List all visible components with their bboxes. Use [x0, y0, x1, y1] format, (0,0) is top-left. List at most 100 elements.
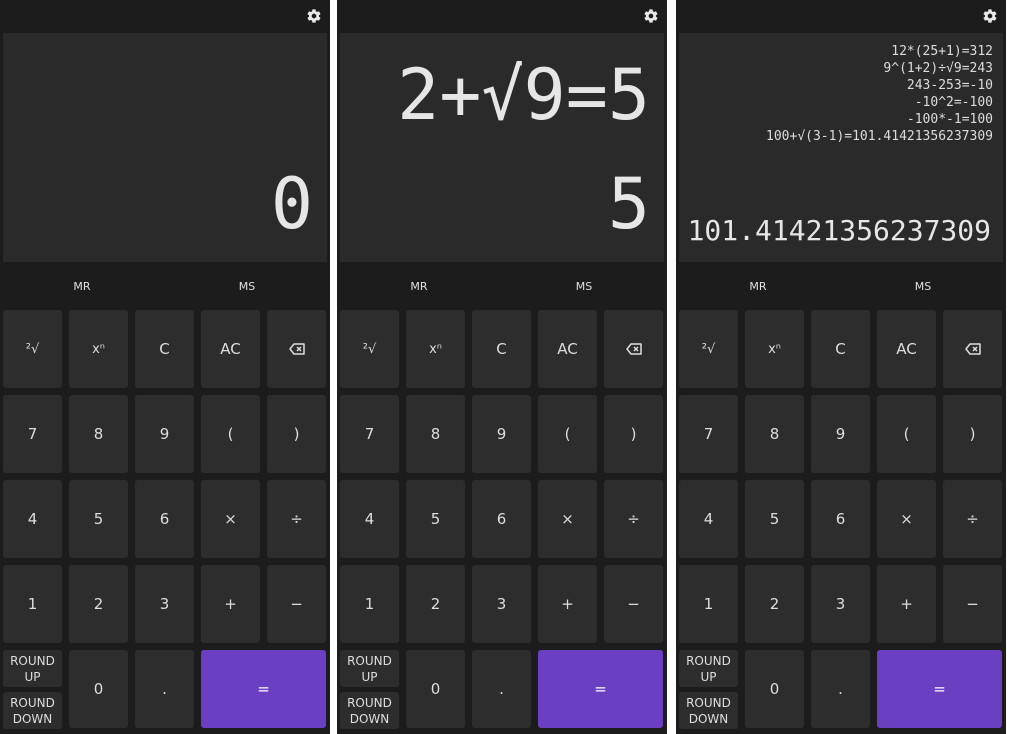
calculator-screen-3: 12*(25+1)=312 9^(1+2)÷√9=243 243-253=-10… [676, 0, 1006, 734]
digit-5-button[interactable]: 5 [69, 480, 128, 558]
result-display: 101.41421356237309 [687, 214, 991, 247]
all-clear-button[interactable]: AC [538, 310, 597, 388]
open-paren-button[interactable]: ( [877, 395, 936, 473]
round-up-button[interactable]: ROUND UP [3, 650, 62, 687]
root-button[interactable]: ²√ [3, 310, 62, 388]
digit-1-button[interactable]: 1 [3, 565, 62, 643]
power-button[interactable]: xⁿ [745, 310, 804, 388]
digit-2-button[interactable]: 2 [69, 565, 128, 643]
memory-store-button[interactable]: MS [544, 272, 624, 300]
display: 2+√9=5 5 [340, 33, 664, 262]
memory-recall-button[interactable]: MR [379, 272, 459, 300]
memory-row: MR MS [676, 272, 1006, 300]
backspace-button[interactable] [943, 310, 1002, 388]
minus-button[interactable]: − [943, 565, 1002, 643]
digit-4-button[interactable]: 4 [3, 480, 62, 558]
digit-9-button[interactable]: 9 [811, 395, 870, 473]
digit-2-button[interactable]: 2 [406, 565, 465, 643]
digit-9-button[interactable]: 9 [135, 395, 194, 473]
digit-4-button[interactable]: 4 [340, 480, 399, 558]
multiply-button[interactable]: × [201, 480, 260, 558]
digit-3-button[interactable]: 3 [135, 565, 194, 643]
divide-button[interactable]: ÷ [267, 480, 326, 558]
round-down-button[interactable]: ROUND DOWN [3, 692, 62, 729]
gear-icon[interactable] [643, 8, 659, 24]
digit-7-button[interactable]: 7 [3, 395, 62, 473]
divide-button[interactable]: ÷ [943, 480, 1002, 558]
digit-6-button[interactable]: 6 [811, 480, 870, 558]
digit-8-button[interactable]: 8 [745, 395, 804, 473]
memory-store-button[interactable]: MS [207, 272, 287, 300]
all-clear-button[interactable]: AC [877, 310, 936, 388]
all-clear-button[interactable]: AC [201, 310, 260, 388]
power-button[interactable]: xⁿ [69, 310, 128, 388]
digit-4-button[interactable]: 4 [679, 480, 738, 558]
minus-button[interactable]: − [267, 565, 326, 643]
digit-8-button[interactable]: 8 [406, 395, 465, 473]
minus-button[interactable]: − [604, 565, 663, 643]
equals-button[interactable]: = [877, 650, 1002, 728]
multiply-button[interactable]: × [877, 480, 936, 558]
divide-button[interactable]: ÷ [604, 480, 663, 558]
digit-6-button[interactable]: 6 [135, 480, 194, 558]
root-button[interactable]: ²√ [679, 310, 738, 388]
open-paren-button[interactable]: ( [201, 395, 260, 473]
round-up-button[interactable]: ROUND UP [340, 650, 399, 687]
gear-icon[interactable] [306, 8, 322, 24]
backspace-button[interactable] [604, 310, 663, 388]
memory-store-button[interactable]: MS [883, 272, 963, 300]
digit-1-button[interactable]: 1 [340, 565, 399, 643]
calculator-screen-1: 0 MR MS ²√ xⁿ C AC 7 8 9 ( ) 4 5 6 × ÷ 1… [0, 0, 330, 734]
close-paren-button[interactable]: ) [267, 395, 326, 473]
digit-5-button[interactable]: 5 [406, 480, 465, 558]
plus-button[interactable]: + [877, 565, 936, 643]
equals-button[interactable]: = [201, 650, 326, 728]
plus-button[interactable]: + [538, 565, 597, 643]
open-paren-button[interactable]: ( [538, 395, 597, 473]
result-display: 5 [607, 163, 650, 245]
digit-7-button[interactable]: 7 [340, 395, 399, 473]
history-entry[interactable]: 12*(25+1)=312 [689, 43, 993, 60]
digit-6-button[interactable]: 6 [472, 480, 531, 558]
backspace-button[interactable] [267, 310, 326, 388]
multiply-button[interactable]: × [538, 480, 597, 558]
history-entry[interactable]: -10^2=-100 [689, 94, 993, 111]
clear-button[interactable]: C [811, 310, 870, 388]
close-paren-button[interactable]: ) [943, 395, 1002, 473]
result-display: 0 [270, 163, 313, 245]
digit-3-button[interactable]: 3 [811, 565, 870, 643]
round-up-button[interactable]: ROUND UP [679, 650, 738, 687]
history-entry[interactable]: 243-253=-10 [689, 77, 993, 94]
backspace-icon [625, 343, 642, 355]
memory-recall-button[interactable]: MR [718, 272, 798, 300]
digit-7-button[interactable]: 7 [679, 395, 738, 473]
clear-button[interactable]: C [135, 310, 194, 388]
plus-button[interactable]: + [201, 565, 260, 643]
history-entry[interactable]: 9^(1+2)÷√9=243 [689, 60, 993, 77]
power-button[interactable]: xⁿ [406, 310, 465, 388]
history-entry[interactable]: -100*-1=100 [689, 111, 993, 128]
history-entry[interactable]: 100+√(3-1)=101.41421356237309 [689, 128, 993, 145]
equals-button[interactable]: = [538, 650, 663, 728]
root-button[interactable]: ²√ [340, 310, 399, 388]
digit-2-button[interactable]: 2 [745, 565, 804, 643]
digit-0-button[interactable]: 0 [69, 650, 128, 728]
digit-0-button[interactable]: 0 [745, 650, 804, 728]
digit-3-button[interactable]: 3 [472, 565, 531, 643]
decimal-button[interactable]: . [135, 650, 194, 728]
expression-display: 2+√9=5 [397, 54, 650, 136]
round-down-button[interactable]: ROUND DOWN [679, 692, 738, 729]
digit-9-button[interactable]: 9 [472, 395, 531, 473]
digit-8-button[interactable]: 8 [69, 395, 128, 473]
decimal-button[interactable]: . [472, 650, 531, 728]
digit-0-button[interactable]: 0 [406, 650, 465, 728]
digit-1-button[interactable]: 1 [679, 565, 738, 643]
backspace-icon [964, 343, 981, 355]
close-paren-button[interactable]: ) [604, 395, 663, 473]
decimal-button[interactable]: . [811, 650, 870, 728]
round-down-button[interactable]: ROUND DOWN [340, 692, 399, 729]
clear-button[interactable]: C [472, 310, 531, 388]
gear-icon[interactable] [982, 8, 998, 24]
memory-recall-button[interactable]: MR [42, 272, 122, 300]
digit-5-button[interactable]: 5 [745, 480, 804, 558]
